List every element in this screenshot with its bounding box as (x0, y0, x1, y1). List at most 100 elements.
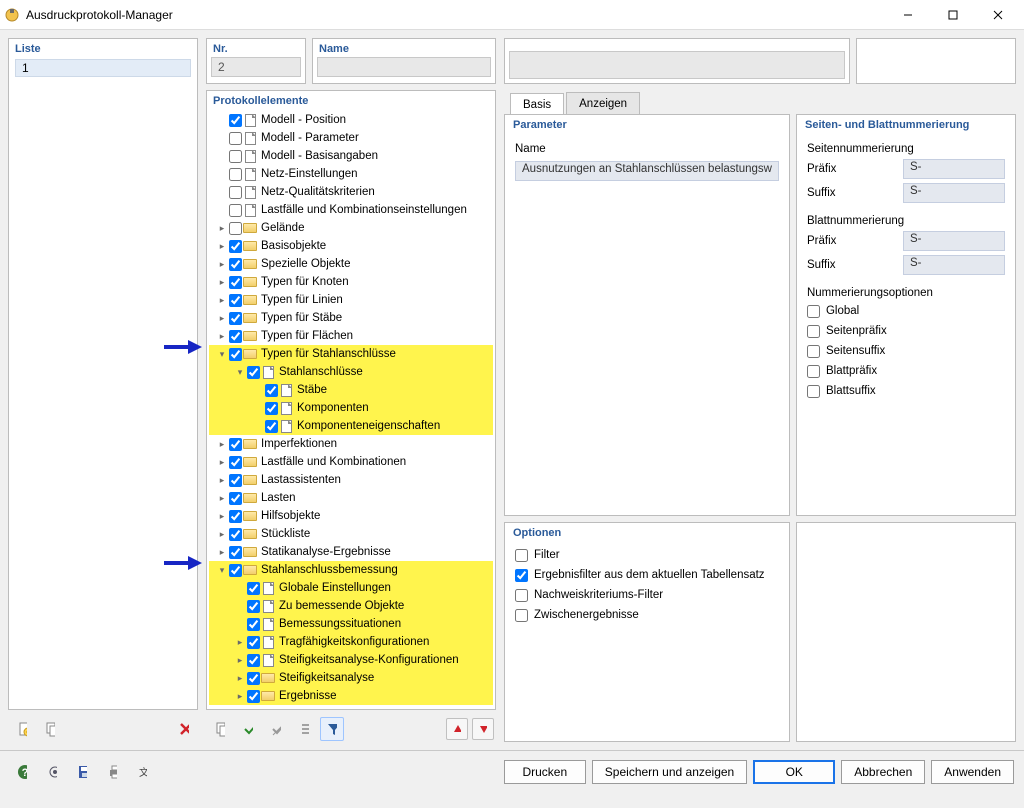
abbrechen-button[interactable]: Abbrechen (841, 760, 925, 784)
liste-item[interactable]: 1 (15, 59, 191, 77)
tree-row[interactable]: ▸Netz-Qualitätskriterien (209, 183, 493, 201)
check-all-button[interactable] (236, 717, 260, 741)
protokoll-tree[interactable]: ▸Modell - Position▸Modell - Parameter▸Mo… (209, 111, 493, 707)
tree-row[interactable]: ▸Komponenten (209, 399, 493, 417)
settings-button[interactable] (40, 760, 64, 784)
numbering-option[interactable]: Blattpräfix (807, 361, 1005, 381)
tree-row[interactable]: ▸Lastassistenten (209, 471, 493, 489)
tree-row[interactable]: ▸Netz-Einstellungen (209, 165, 493, 183)
tree-checkbox[interactable] (229, 294, 242, 307)
language-button[interactable]: 文A (130, 760, 154, 784)
checkbox[interactable] (515, 549, 528, 562)
tree-checkbox[interactable] (229, 564, 242, 577)
tree-row[interactable]: ▸Grafiken (209, 705, 493, 707)
tree-row[interactable]: ▸Lastfälle und Kombinationseinstellungen (209, 201, 493, 219)
expand-icon[interactable]: ▸ (215, 439, 229, 450)
tree-checkbox[interactable] (265, 384, 278, 397)
drucken-button[interactable]: Drucken (504, 760, 586, 784)
numbering-option[interactable]: Blattsuffix (807, 381, 1005, 401)
anwenden-button[interactable]: Anwenden (931, 760, 1014, 784)
tree-checkbox[interactable] (229, 330, 242, 343)
tree-checkbox[interactable] (247, 582, 260, 595)
expand-icon[interactable]: ▸ (215, 511, 229, 522)
tree-checkbox[interactable] (229, 222, 242, 235)
tree-row[interactable]: ▾Stahlanschlüsse (209, 363, 493, 381)
expand-icon[interactable]: ▸ (215, 547, 229, 558)
copy-button[interactable] (38, 717, 62, 741)
tree-row[interactable]: ▸Typen für Flächen (209, 327, 493, 345)
tree-checkbox[interactable] (229, 204, 242, 217)
tree-row[interactable]: ▸Ergebnisse (209, 687, 493, 705)
tree-row[interactable]: ▸Bemessungssituationen (209, 615, 493, 633)
filter-button[interactable] (320, 717, 344, 741)
tree-checkbox[interactable] (229, 546, 242, 559)
move-up-button[interactable] (446, 718, 468, 740)
tree-checkbox[interactable] (229, 114, 242, 127)
checkbox[interactable] (807, 325, 820, 338)
delete-button[interactable] (172, 717, 196, 741)
close-button[interactable] (975, 0, 1020, 30)
tab-anzeigen[interactable]: Anzeigen (566, 92, 640, 114)
tree-row[interactable]: ▸Komponenteneigenschaften (209, 417, 493, 435)
sheet-suffix-field[interactable]: S- (903, 255, 1005, 275)
tree-checkbox[interactable] (229, 276, 242, 289)
parameter-name-field[interactable]: Ausnutzungen an Stahlanschlüssen belastu… (515, 161, 779, 181)
expand-icon[interactable]: ▸ (215, 529, 229, 540)
expand-icon[interactable]: ▸ (215, 259, 229, 270)
duplicate-button[interactable] (208, 717, 232, 741)
tree-checkbox[interactable] (229, 474, 242, 487)
expand-icon[interactable]: ▸ (215, 475, 229, 486)
tree-row[interactable]: ▸Lasten (209, 489, 493, 507)
tree-checkbox[interactable] (247, 600, 260, 613)
tree-checkbox[interactable] (229, 312, 242, 325)
expand-icon[interactable]: ▸ (233, 655, 247, 666)
option-row[interactable]: Zwischenergebnisse (515, 605, 779, 625)
tree-row[interactable]: ▾Typen für Stahlanschlüsse (209, 345, 493, 363)
collapse-icon[interactable]: ▾ (215, 565, 229, 576)
tree-checkbox[interactable] (247, 636, 260, 649)
tree-row[interactable]: ▸Lastfälle und Kombinationen (209, 453, 493, 471)
tree-row[interactable]: ▸Modell - Parameter (209, 129, 493, 147)
tree-checkbox[interactable] (229, 258, 242, 271)
checkbox[interactable] (807, 365, 820, 378)
tree-row[interactable]: ▸Tragfähigkeitskonfigurationen (209, 633, 493, 651)
tree-row[interactable]: ▸Stückliste (209, 525, 493, 543)
checkbox[interactable] (515, 609, 528, 622)
list-button[interactable] (292, 717, 316, 741)
tree-row[interactable]: ▸Steifigkeitsanalyse-Konfigurationen (209, 651, 493, 669)
numbering-option[interactable]: Global (807, 301, 1005, 321)
tree-checkbox[interactable] (229, 492, 242, 505)
tree-checkbox[interactable] (229, 168, 242, 181)
checkbox[interactable] (515, 589, 528, 602)
speichern-und-anzeigen-button[interactable]: Speichern und anzeigen (592, 760, 747, 784)
expand-icon[interactable]: ▸ (215, 295, 229, 306)
tree-row[interactable]: ▸Spezielle Objekte (209, 255, 493, 273)
tree-checkbox[interactable] (229, 528, 242, 541)
expand-icon[interactable]: ▸ (215, 457, 229, 468)
expand-icon[interactable]: ▸ (215, 493, 229, 504)
help-button[interactable]: ? (10, 760, 34, 784)
tree-checkbox[interactable] (247, 654, 260, 667)
tree-checkbox[interactable] (247, 366, 260, 379)
tab-basis[interactable]: Basis (510, 93, 564, 115)
expand-icon[interactable]: ▸ (215, 313, 229, 324)
name-field[interactable] (317, 57, 491, 77)
minimize-button[interactable] (885, 0, 930, 30)
save-button[interactable] (70, 760, 94, 784)
checkbox[interactable] (807, 385, 820, 398)
tree-row[interactable]: ▸Steifigkeitsanalyse (209, 669, 493, 687)
tree-checkbox[interactable] (229, 510, 242, 523)
numbering-option[interactable]: Seitensuffix (807, 341, 1005, 361)
expand-icon[interactable]: ▸ (215, 331, 229, 342)
tree-row[interactable]: ▸Globale Einstellungen (209, 579, 493, 597)
page-suffix-field[interactable]: S- (903, 183, 1005, 203)
collapse-icon[interactable]: ▾ (215, 349, 229, 360)
tree-checkbox[interactable] (229, 456, 242, 469)
tree-checkbox[interactable] (229, 186, 242, 199)
sheet-prefix-field[interactable]: S- (903, 231, 1005, 251)
collapse-icon[interactable]: ▾ (233, 367, 247, 378)
expand-icon[interactable]: ▸ (215, 277, 229, 288)
numbering-option[interactable]: Seitenpräfix (807, 321, 1005, 341)
checkbox[interactable] (807, 345, 820, 358)
tree-row[interactable]: ▸Statikanalyse-Ergebnisse (209, 543, 493, 561)
